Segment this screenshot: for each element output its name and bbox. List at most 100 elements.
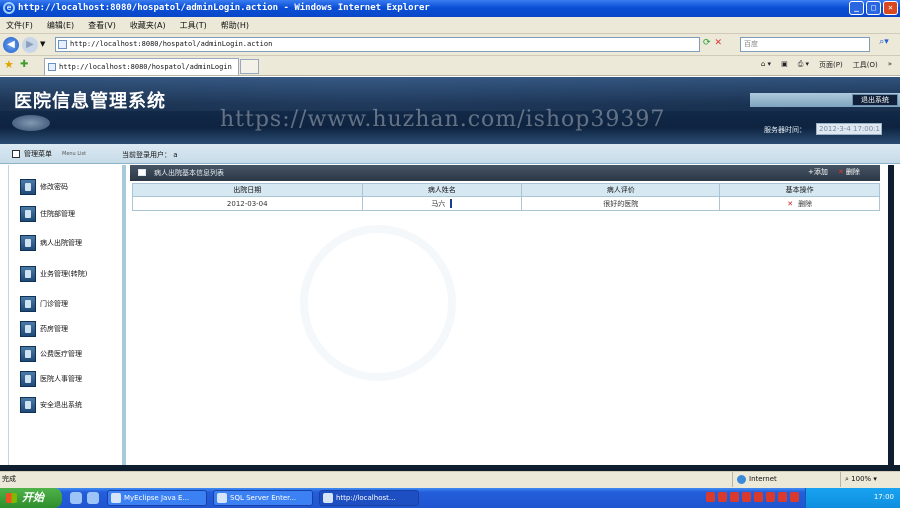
- sidebar-item-discharge[interactable]: 病人出院管理: [20, 235, 82, 251]
- close-window-button[interactable]: ✕: [883, 1, 898, 15]
- quicklaunch-ie-icon[interactable]: [87, 492, 99, 504]
- sidebar-item-change-password[interactable]: 修改密码: [20, 179, 68, 195]
- quicklaunch-desktop-icon[interactable]: [70, 492, 82, 504]
- sidebar-item-transfer[interactable]: 业务管理(转院): [20, 266, 87, 282]
- tray-app-icon[interactable]: [778, 492, 787, 502]
- menu-box-icon: [12, 150, 20, 158]
- sidebar-item-pharmacy[interactable]: 药房管理: [20, 321, 68, 337]
- sidebar-item-inpatient[interactable]: 住院部管理: [20, 206, 75, 222]
- minimize-button[interactable]: _: [849, 1, 864, 15]
- system-tray: 17:00: [805, 488, 900, 508]
- cell-actions: ✕ 删除: [719, 196, 880, 211]
- clock[interactable]: 17:00: [874, 493, 894, 501]
- browser-status-bar: 完成 Internet ⌕ 100% ▾: [0, 471, 900, 488]
- menu-item-icon: [20, 371, 36, 387]
- menu-favorites[interactable]: 收藏夹(A): [130, 20, 166, 31]
- delete-button[interactable]: ✕ 删除: [838, 167, 860, 177]
- status-text: 完成: [2, 475, 16, 483]
- tab-active[interactable]: http://localhost:8080/hospatol/adminLogi…: [44, 58, 239, 75]
- maximize-button[interactable]: □: [866, 1, 881, 15]
- logout-button[interactable]: 退出系统: [852, 94, 898, 106]
- page-content: 医院信息管理系统 https://www.huzhan.com/ishop393…: [0, 77, 900, 471]
- add-favorite-icon[interactable]: ✚: [20, 59, 28, 70]
- column-header-name: 病人姓名: [361, 183, 523, 197]
- home-icon[interactable]: ⌂ ▾: [761, 60, 771, 70]
- security-zone: Internet: [732, 472, 777, 487]
- feeds-icon[interactable]: ▣: [781, 60, 788, 70]
- taskbar-item-sqlserver[interactable]: SQL Server Enter...: [213, 490, 313, 506]
- tray-app-icon[interactable]: [730, 492, 739, 502]
- stop-icon[interactable]: ✕: [715, 38, 723, 48]
- taskbar-item-myeclipse[interactable]: MyEclipse Java E...: [107, 490, 207, 506]
- tray-app-icon[interactable]: [790, 492, 799, 502]
- menu-header: 管理菜单 Menu List: [12, 149, 86, 159]
- server-time-value: 2012-3-4 17:00:1: [816, 123, 882, 135]
- watermark-text: https://www.huzhan.com/ishop39397: [220, 107, 666, 132]
- search-input[interactable]: 百度: [740, 37, 870, 52]
- menu-item-icon: [20, 206, 36, 222]
- tray-app-icon[interactable]: [766, 492, 775, 502]
- panel-header: 病人出院基本信息列表 +添加 ✕ 删除: [130, 165, 880, 181]
- menu-view[interactable]: 查看(V): [88, 20, 116, 31]
- menu-item-icon: [20, 397, 36, 413]
- tools-menu[interactable]: 工具(O): [853, 60, 878, 70]
- windows-taskbar: 开始 MyEclipse Java E... SQL Server Enter.…: [0, 488, 900, 508]
- tray-app-icon[interactable]: [718, 492, 727, 502]
- address-input[interactable]: http://localhost:8080/hospatol/adminLogi…: [55, 37, 700, 52]
- tray-app-icon[interactable]: [742, 492, 751, 502]
- row-delete-link[interactable]: ✕ 删除: [787, 200, 812, 208]
- myeclipse-icon: [111, 493, 121, 503]
- table-header-row: 出院日期 病人姓名 病人评价 基本操作: [132, 183, 880, 197]
- menu-tools[interactable]: 工具(T): [180, 20, 207, 31]
- sidebar-item-logout[interactable]: 安全退出系统: [20, 397, 82, 413]
- search-icon[interactable]: ⌕▾: [872, 37, 896, 52]
- panel-title: 病人出院基本信息列表: [154, 169, 224, 177]
- forward-arrow-icon[interactable]: ▶: [22, 37, 38, 53]
- tray-app-icon[interactable]: [754, 492, 763, 502]
- menu-help[interactable]: 帮助(H): [221, 20, 249, 31]
- add-button[interactable]: +添加: [808, 167, 828, 177]
- banner-decoration: [12, 115, 50, 131]
- panel-box-icon: [138, 169, 146, 176]
- print-icon[interactable]: ⎙ ▾: [798, 60, 809, 70]
- delete-icon: ✕: [838, 168, 844, 176]
- page-icon: [48, 63, 56, 71]
- sidebar-item-public-medical[interactable]: 公费医疗管理: [20, 346, 82, 362]
- favorites-star-icon[interactable]: ★: [4, 58, 14, 71]
- tab-bar: ★ ✚ http://localhost:8080/hospatol/admin…: [0, 56, 900, 76]
- sidebar-item-personnel[interactable]: 医院人事管理: [20, 371, 82, 387]
- taskbar-item-ie[interactable]: http://localhost...: [319, 490, 419, 506]
- column-header-date: 出院日期: [132, 183, 363, 197]
- refresh-icon[interactable]: ⟳: [703, 38, 711, 48]
- ie-icon: [323, 493, 333, 503]
- sidebar-item-outpatient[interactable]: 门诊管理: [20, 296, 68, 312]
- page-menu[interactable]: 页面(P): [819, 60, 843, 70]
- page-icon: [58, 40, 67, 49]
- menu-item-icon: [20, 346, 36, 362]
- menu-file[interactable]: 文件(F): [6, 20, 33, 31]
- new-tab-button[interactable]: [240, 59, 259, 74]
- column-header-actions: 基本操作: [719, 183, 880, 197]
- back-arrow-icon[interactable]: ◀: [3, 37, 19, 53]
- start-button[interactable]: 开始: [0, 488, 62, 508]
- more-icon[interactable]: »: [888, 60, 892, 70]
- zoom-icon: ⌕: [845, 475, 849, 483]
- text-cursor: [450, 199, 453, 208]
- browser-menu-bar: 文件(F) 编辑(E) 查看(V) 收藏夹(A) 工具(T) 帮助(H): [0, 17, 900, 34]
- tray-app-icons: [706, 492, 799, 502]
- sqlserver-icon: [217, 493, 227, 503]
- cell-date: 2012-03-04: [132, 196, 363, 211]
- zoom-level[interactable]: ⌕ 100% ▾: [840, 472, 877, 487]
- menu-edit[interactable]: 编辑(E): [47, 20, 74, 31]
- column-header-comment: 病人评价: [521, 183, 721, 197]
- menu-item-icon: [20, 235, 36, 251]
- delete-icon: ✕: [787, 199, 794, 208]
- system-title: 医院信息管理系统: [14, 91, 166, 112]
- tray-app-icon[interactable]: [706, 492, 715, 502]
- ie-logo-icon: e: [3, 2, 15, 14]
- cell-comment: 很好的医院: [521, 196, 721, 211]
- history-dropdown-icon[interactable]: ▼: [40, 40, 45, 48]
- table-row: 2012-03-04 马六 很好的医院 ✕ 删除: [132, 196, 880, 211]
- menu-item-icon: [20, 179, 36, 195]
- window-title-bar: e http://localhost:8080/hospatol/adminLo…: [0, 0, 900, 17]
